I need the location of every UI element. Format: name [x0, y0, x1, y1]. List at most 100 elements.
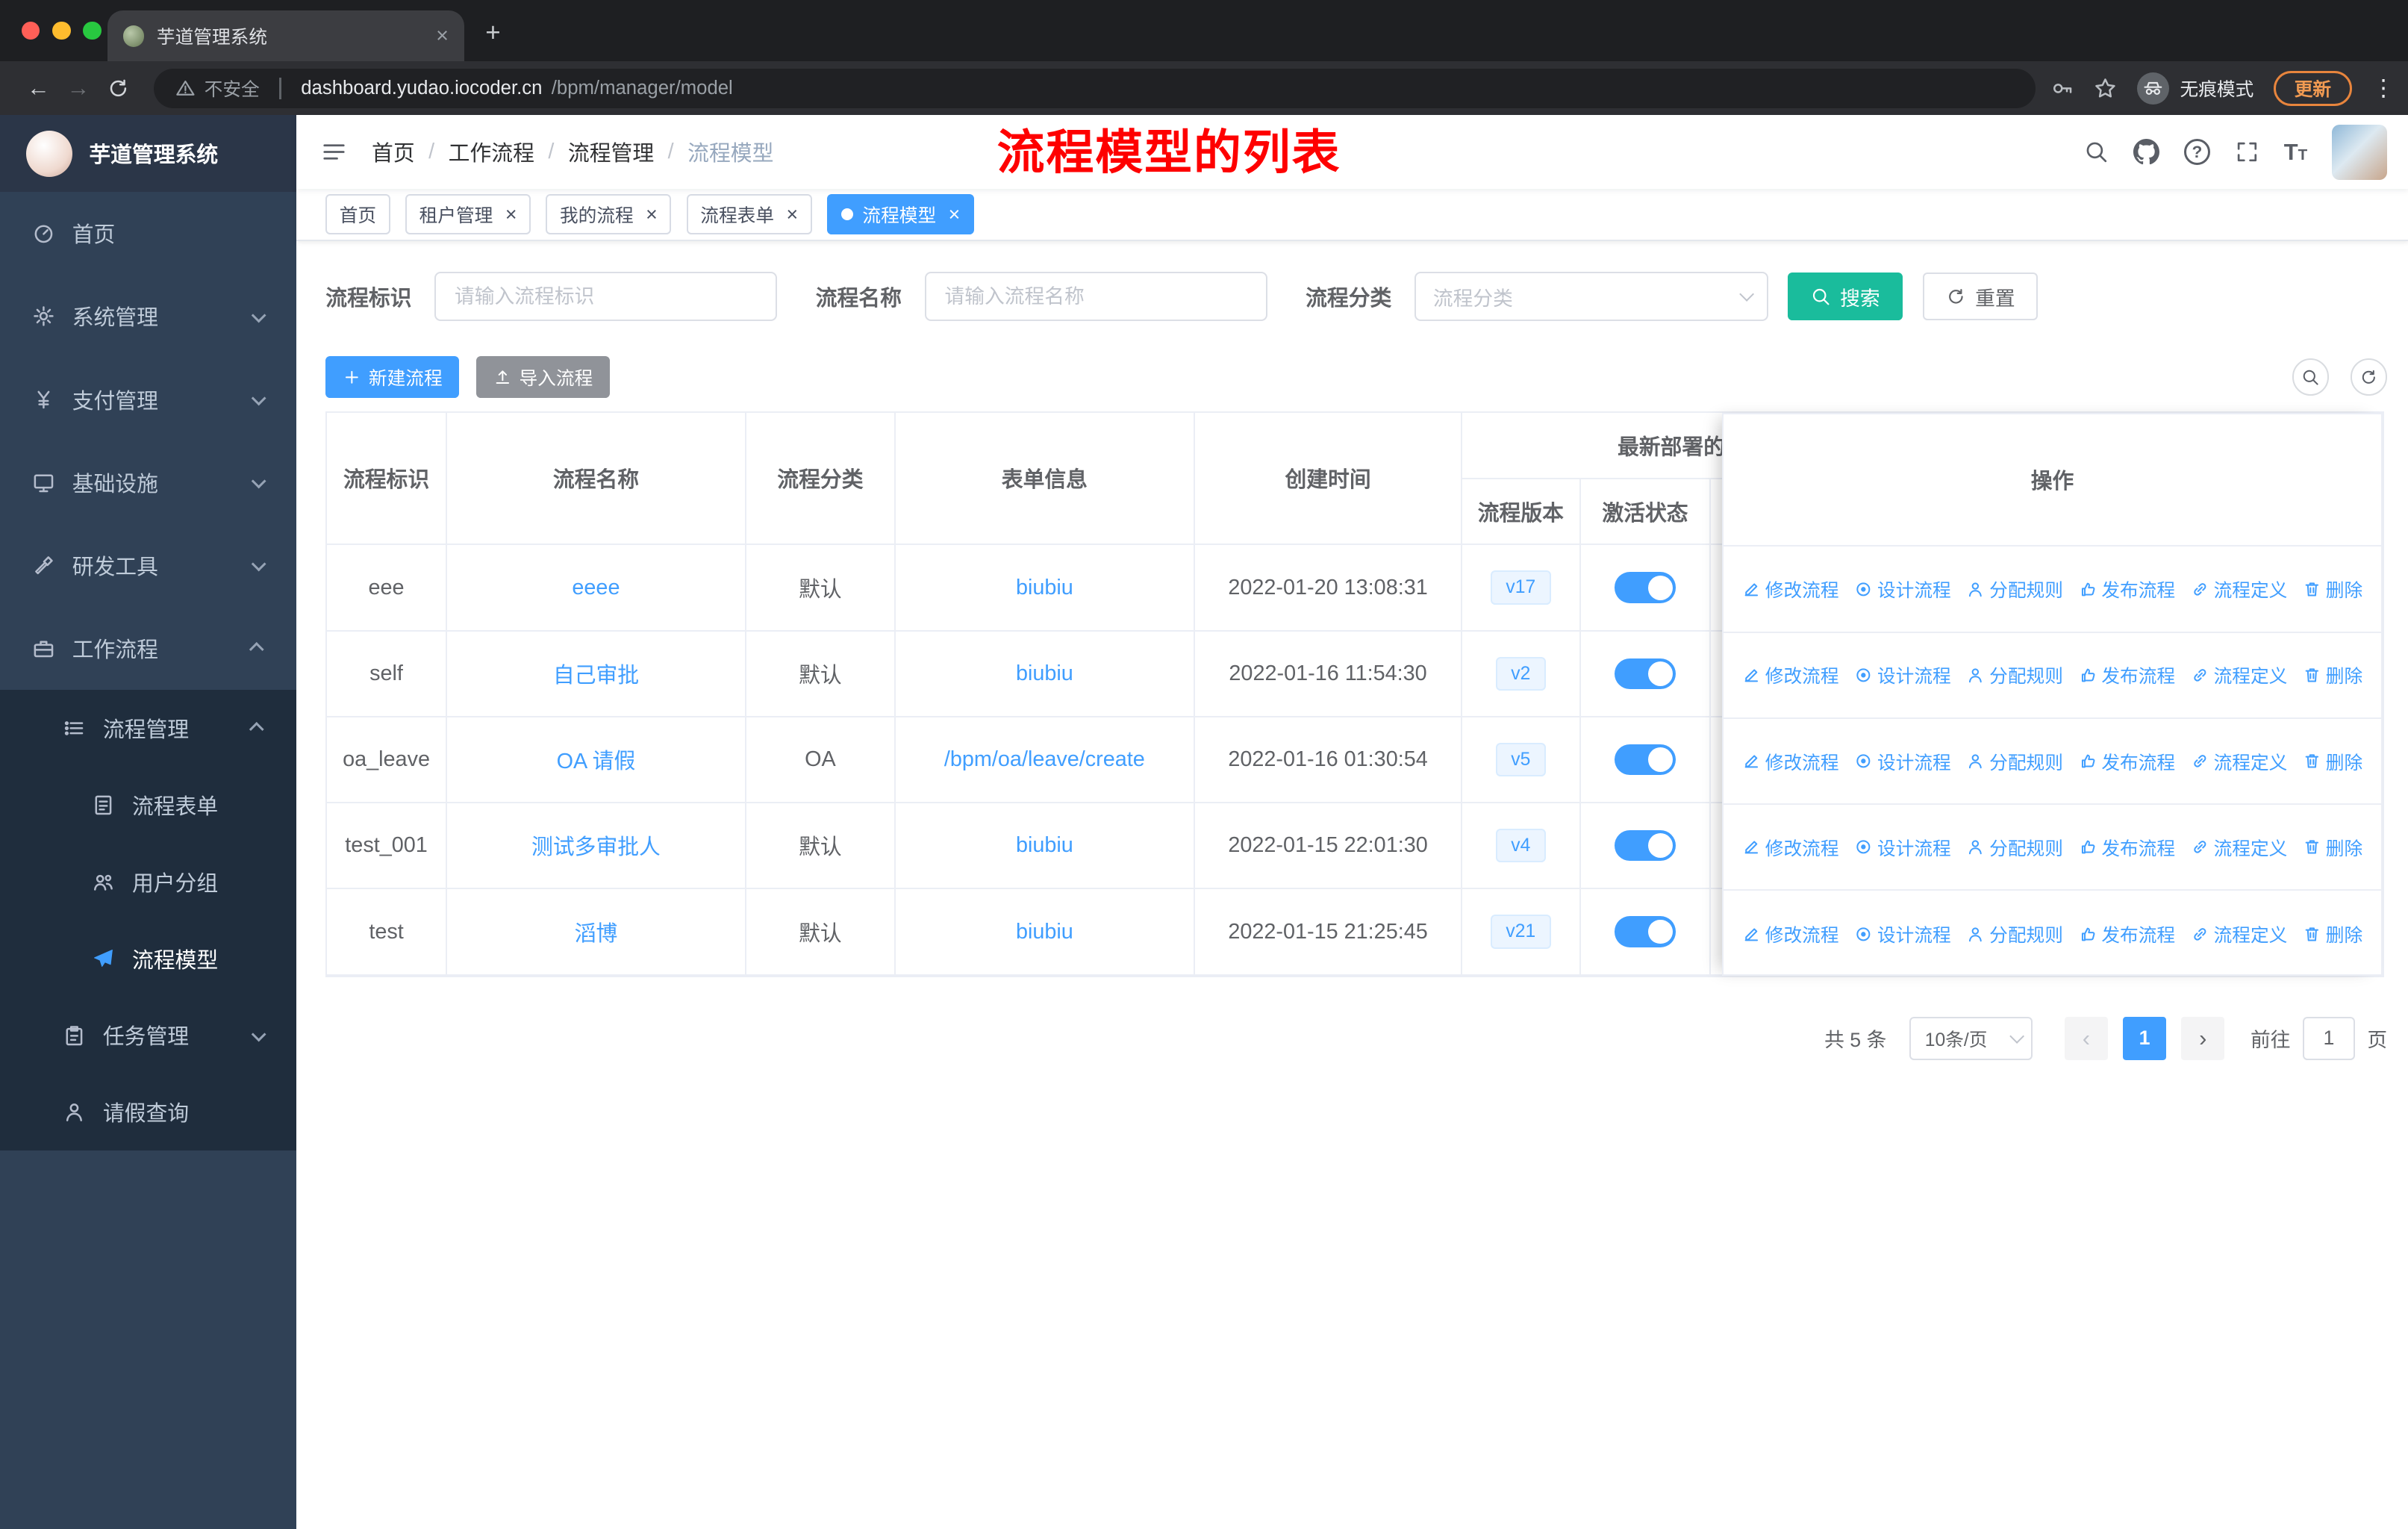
process-definition-link[interactable]: 流程定义	[2191, 748, 2287, 775]
update-button[interactable]: 更新	[2274, 70, 2352, 106]
active-toggle[interactable]	[1614, 830, 1676, 862]
breadcrumb-item[interactable]: 流程管理	[568, 137, 654, 167]
prev-page-button[interactable]: ‹	[2065, 1017, 2108, 1060]
design-process-link[interactable]: 设计流程	[1854, 834, 1951, 861]
window-zoom-button[interactable]	[83, 21, 102, 40]
sidebar-item-home[interactable]: 首页	[0, 192, 296, 275]
modify-process-link[interactable]: 修改流程	[1742, 921, 1839, 947]
process-name-link[interactable]: 滔博	[575, 922, 618, 946]
sidebar-item-leave-query[interactable]: 请假查询	[0, 1074, 297, 1151]
sidebar-item-task-management[interactable]: 任务管理	[0, 997, 297, 1074]
page-size-select[interactable]: 10条/页	[1909, 1017, 2033, 1060]
window-minimize-button[interactable]	[52, 21, 71, 40]
goto-page-input[interactable]	[2302, 1017, 2355, 1060]
process-name-input[interactable]	[924, 272, 1267, 322]
assign-rule-link[interactable]: 分配规则	[1966, 748, 2063, 775]
close-icon[interactable]: ×	[505, 204, 517, 225]
process-name-link[interactable]: 自己审批	[553, 664, 639, 688]
fullscreen-icon[interactable]	[2235, 140, 2259, 164]
tag-tenant-management[interactable]: 租户管理 ×	[405, 194, 531, 234]
next-page-button[interactable]: ›	[2181, 1017, 2225, 1060]
active-toggle[interactable]	[1614, 744, 1676, 776]
form-info-link[interactable]: biubiu	[1016, 920, 1073, 944]
process-key-input[interactable]	[434, 272, 778, 322]
process-definition-link[interactable]: 流程定义	[2191, 921, 2287, 947]
user-avatar[interactable]	[2332, 124, 2388, 180]
form-info-link[interactable]: biubiu	[1016, 576, 1073, 600]
delete-link[interactable]: 删除	[2303, 661, 2362, 688]
modify-process-link[interactable]: 修改流程	[1742, 661, 1839, 688]
sidebar-item-system-management[interactable]: 系统管理	[0, 275, 296, 358]
modify-process-link[interactable]: 修改流程	[1742, 576, 1839, 602]
process-name-link[interactable]: OA 请假	[557, 750, 636, 773]
import-process-button[interactable]: 导入流程	[475, 356, 610, 398]
process-definition-link[interactable]: 流程定义	[2191, 834, 2287, 861]
delete-link[interactable]: 删除	[2303, 921, 2362, 947]
close-icon[interactable]: ×	[646, 204, 658, 225]
modify-process-link[interactable]: 修改流程	[1742, 748, 1839, 775]
form-info-link[interactable]: /bpm/oa/leave/create	[944, 747, 1145, 771]
active-toggle[interactable]	[1614, 916, 1676, 947]
sidebar-logo[interactable]: 芋道管理系统	[0, 115, 297, 193]
modify-process-link[interactable]: 修改流程	[1742, 834, 1839, 861]
hamburger-icon[interactable]	[296, 139, 372, 165]
tab-close-icon[interactable]: ×	[436, 24, 449, 49]
active-toggle[interactable]	[1614, 658, 1676, 689]
publish-process-link[interactable]: 发布流程	[2079, 921, 2175, 947]
sidebar-item-infrastructure[interactable]: 基础设施	[0, 441, 296, 524]
sidebar-item-dev-tools[interactable]: 研发工具	[0, 524, 296, 607]
assign-rule-link[interactable]: 分配规则	[1966, 576, 2063, 602]
sidebar-item-process-management[interactable]: 流程管理	[0, 689, 297, 767]
forward-button[interactable]: →	[58, 75, 99, 102]
toggle-search-button[interactable]	[2292, 358, 2329, 396]
process-definition-link[interactable]: 流程定义	[2191, 576, 2287, 602]
sidebar-item-payment-management[interactable]: 支付管理	[0, 358, 296, 440]
process-name-link[interactable]: eeee	[572, 576, 620, 600]
back-button[interactable]: ←	[19, 75, 59, 102]
assign-rule-link[interactable]: 分配规则	[1966, 661, 2063, 688]
search-button[interactable]: 搜索	[1788, 273, 1903, 321]
sidebar-item-process-model[interactable]: 流程模型	[0, 920, 297, 997]
form-info-link[interactable]: biubiu	[1016, 833, 1073, 857]
active-toggle[interactable]	[1614, 572, 1676, 603]
publish-process-link[interactable]: 发布流程	[2079, 576, 2175, 602]
search-icon[interactable]	[2084, 140, 2109, 164]
reset-button[interactable]: 重置	[1923, 273, 2039, 321]
reload-button[interactable]	[99, 77, 139, 100]
assign-rule-link[interactable]: 分配规则	[1966, 921, 2063, 947]
design-process-link[interactable]: 设计流程	[1854, 921, 1951, 947]
delete-link[interactable]: 删除	[2303, 748, 2362, 775]
form-info-link[interactable]: biubiu	[1016, 661, 1073, 685]
process-definition-link[interactable]: 流程定义	[2191, 661, 2287, 688]
design-process-link[interactable]: 设计流程	[1854, 661, 1951, 688]
category-select[interactable]: 流程分类	[1414, 272, 1768, 322]
assign-rule-link[interactable]: 分配规则	[1966, 834, 2063, 861]
publish-process-link[interactable]: 发布流程	[2079, 748, 2175, 775]
sidebar-item-process-form[interactable]: 流程表单	[0, 766, 297, 844]
delete-link[interactable]: 删除	[2303, 834, 2362, 861]
tag-process-form[interactable]: 流程表单 ×	[686, 194, 812, 234]
publish-process-link[interactable]: 发布流程	[2079, 834, 2175, 861]
sidebar-item-user-group[interactable]: 用户分组	[0, 843, 297, 921]
breadcrumb-item[interactable]: 工作流程	[449, 137, 534, 167]
publish-process-link[interactable]: 发布流程	[2079, 661, 2175, 688]
tag-my-process[interactable]: 我的流程 ×	[546, 194, 672, 234]
design-process-link[interactable]: 设计流程	[1854, 748, 1951, 775]
browser-tab[interactable]: 芋道管理系统 ×	[107, 10, 464, 62]
refresh-table-button[interactable]	[2350, 358, 2388, 396]
sidebar-item-workflow[interactable]: 工作流程	[0, 607, 296, 690]
close-icon[interactable]: ×	[786, 204, 798, 225]
new-tab-button[interactable]: +	[485, 18, 500, 48]
font-size-icon[interactable]: TT	[2284, 139, 2307, 166]
bookmark-star-icon[interactable]	[2094, 77, 2117, 100]
browser-menu-icon[interactable]: ⋮	[2372, 75, 2395, 102]
page-1-button[interactable]: 1	[2123, 1017, 2166, 1060]
github-icon[interactable]	[2133, 139, 2160, 165]
breadcrumb-item[interactable]: 首页	[372, 137, 415, 167]
window-close-button[interactable]	[21, 21, 40, 40]
address-bar[interactable]: 不安全 dashboard.yudao.iocoder.cn /bpm/mana…	[153, 68, 2036, 109]
design-process-link[interactable]: 设计流程	[1854, 576, 1951, 602]
close-icon[interactable]: ×	[949, 204, 961, 225]
process-name-link[interactable]: 测试多审批人	[531, 835, 661, 859]
delete-link[interactable]: 删除	[2303, 576, 2362, 602]
